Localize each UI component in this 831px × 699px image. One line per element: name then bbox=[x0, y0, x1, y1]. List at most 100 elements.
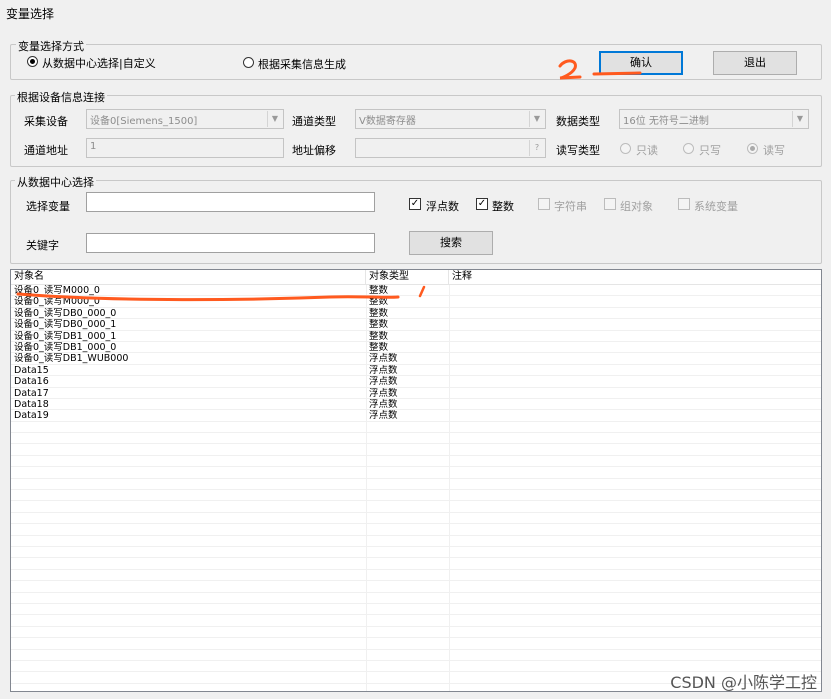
filter-group-checkbox[interactable] bbox=[604, 198, 616, 210]
table-row[interactable]: Data16 浮点数 bbox=[11, 376, 821, 388]
filter-group-label[interactable]: 组对象 bbox=[620, 198, 653, 214]
cell-type: 整数 bbox=[369, 285, 389, 296]
cell-type: 整数 bbox=[369, 330, 389, 342]
column-header-comment[interactable]: 注释 bbox=[449, 270, 821, 285]
cell-name: Data18 bbox=[14, 398, 49, 410]
select-var-field[interactable] bbox=[86, 192, 375, 212]
device-combo-value: 设备0[Siemens_1500] bbox=[90, 116, 198, 127]
table-row[interactable]: 设备0_读写DB1_WUB000 浮点数 bbox=[11, 353, 821, 365]
offset-picker-button[interactable]: ? bbox=[529, 140, 544, 156]
exit-button[interactable]: 退出 bbox=[713, 51, 797, 75]
device-combo[interactable]: 设备0[Siemens_1500] ▼ bbox=[86, 109, 284, 129]
table-row[interactable]: 设备0_读写DB1_000_0 整数 bbox=[11, 341, 821, 354]
rw-radio-readonly-label[interactable]: 只读 bbox=[636, 142, 658, 158]
keyword-field[interactable] bbox=[86, 233, 375, 253]
cell-name: 设备0_读写M000_0 bbox=[14, 285, 100, 296]
table-row[interactable] bbox=[11, 524, 821, 536]
filter-string-label[interactable]: 字符串 bbox=[554, 198, 587, 214]
filter-int-checkbox[interactable]: ✓ bbox=[476, 198, 488, 210]
table-row[interactable]: Data18 浮点数 bbox=[11, 398, 821, 411]
cell-name: Data16 bbox=[14, 376, 49, 388]
cell-type: 浮点数 bbox=[369, 353, 398, 365]
rw-radio-readwrite-label[interactable]: 读写 bbox=[763, 142, 785, 158]
table-row[interactable] bbox=[11, 536, 821, 547]
table-row[interactable]: 设备0_读写DB0_000_1 整数 bbox=[11, 319, 821, 331]
addr-offset-field[interactable]: ? bbox=[355, 138, 546, 158]
cell-type: 浮点数 bbox=[369, 376, 398, 388]
table-row[interactable]: 设备0_读写DB0_000_0 整数 bbox=[11, 307, 821, 320]
filter-system-label[interactable]: 系统变量 bbox=[694, 198, 738, 214]
variable-list[interactable]: 对象名 对象类型 注释 设备0_读写M000_0 整数 设备0_读写M000_0 整数… bbox=[10, 269, 822, 692]
table-row[interactable] bbox=[11, 650, 821, 661]
table-row[interactable]: 设备0_读写DB1_000_1 整数 bbox=[11, 331, 821, 342]
table-row[interactable] bbox=[11, 513, 821, 525]
table-row[interactable]: Data19 浮点数 bbox=[11, 410, 821, 422]
data-type-combo[interactable]: 16位 无符号二进制 ▼ bbox=[619, 109, 809, 129]
table-row[interactable] bbox=[11, 615, 821, 627]
cell-name: 设备0_读写DB0_000_1 bbox=[14, 319, 117, 331]
cell-type: 整数 bbox=[369, 296, 389, 308]
table-row[interactable]: Data17 浮点数 bbox=[11, 388, 821, 399]
table-row[interactable] bbox=[11, 638, 821, 650]
table-row[interactable]: 设备0_读写M000_0 整数 bbox=[11, 296, 821, 308]
watermark: CSDN @小陈学工控 bbox=[670, 673, 817, 692]
table-row[interactable] bbox=[11, 558, 821, 570]
channel-type-combo-value: V数据寄存器 bbox=[359, 116, 416, 127]
cell-name: 设备0_读写DB1_000_0 bbox=[14, 341, 117, 353]
search-button[interactable]: 搜索 bbox=[409, 231, 493, 255]
table-row[interactable] bbox=[11, 490, 821, 502]
table-row[interactable] bbox=[11, 593, 821, 604]
table-row[interactable] bbox=[11, 501, 821, 513]
table-row[interactable] bbox=[11, 479, 821, 491]
device-label: 采集设备 bbox=[24, 115, 68, 128]
cell-name: Data17 bbox=[14, 387, 49, 399]
mode-radio-datacenter[interactable] bbox=[27, 56, 38, 67]
table-row[interactable]: Data15 浮点数 bbox=[11, 364, 821, 377]
table-row[interactable]: 设备0_读写M000_0 整数 bbox=[11, 285, 821, 297]
data-type-label: 数据类型 bbox=[556, 115, 600, 128]
cell-type: 浮点数 bbox=[369, 364, 398, 376]
table-row[interactable] bbox=[11, 433, 821, 445]
filter-float-checkbox[interactable]: ✓ bbox=[409, 198, 421, 210]
cell-type: 整数 bbox=[369, 341, 389, 353]
table-row[interactable] bbox=[11, 444, 821, 456]
rw-radio-readwrite[interactable] bbox=[747, 143, 758, 154]
datacenter-group-label: 从数据中心选择 bbox=[15, 174, 96, 190]
mode-radio-generate[interactable] bbox=[243, 57, 254, 68]
mode-radio-generate-label[interactable]: 根据采集信息生成 bbox=[258, 56, 346, 72]
cell-type: 浮点数 bbox=[369, 398, 398, 410]
keyword-label: 关键字 bbox=[26, 239, 59, 252]
rw-radio-writeonly[interactable] bbox=[683, 143, 694, 154]
table-row[interactable] bbox=[11, 570, 821, 582]
cell-name: 设备0_读写DB0_000_0 bbox=[14, 307, 117, 319]
table-row[interactable] bbox=[11, 547, 821, 559]
rw-radio-writeonly-label[interactable]: 只写 bbox=[699, 142, 721, 158]
rw-radio-readonly[interactable] bbox=[620, 143, 631, 154]
table-row[interactable] bbox=[11, 422, 821, 434]
filter-float-label[interactable]: 浮点数 bbox=[426, 198, 459, 214]
filter-system-checkbox[interactable] bbox=[678, 198, 690, 210]
chevron-down-icon: ▼ bbox=[267, 111, 282, 127]
column-header-type[interactable]: 对象类型 bbox=[366, 270, 449, 285]
table-row[interactable] bbox=[11, 627, 821, 639]
chevron-down-icon: ▼ bbox=[529, 111, 544, 127]
filter-int-label[interactable]: 整数 bbox=[492, 198, 514, 214]
mode-radio-datacenter-label[interactable]: 从数据中心选择|自定义 bbox=[42, 55, 156, 71]
table-row[interactable] bbox=[11, 467, 821, 479]
table-row[interactable] bbox=[11, 581, 821, 593]
confirm-button[interactable]: 确认 bbox=[599, 51, 683, 75]
filter-string-checkbox[interactable] bbox=[538, 198, 550, 210]
device-group-label: 根据设备信息连接 bbox=[15, 89, 107, 105]
data-type-combo-value: 16位 无符号二进制 bbox=[623, 116, 709, 127]
mode-group-label: 变量选择方式 bbox=[16, 38, 86, 54]
cell-name: Data19 bbox=[14, 410, 49, 422]
cell-type: 整数 bbox=[369, 307, 389, 319]
table-row[interactable] bbox=[11, 456, 821, 468]
table-row[interactable] bbox=[11, 604, 821, 616]
addr-offset-label: 地址偏移 bbox=[292, 144, 336, 157]
channel-addr-field[interactable]: 1 bbox=[86, 138, 284, 158]
column-header-name[interactable]: 对象名 bbox=[11, 270, 366, 285]
cell-name: 设备0_读写M000_0 bbox=[14, 296, 100, 308]
channel-type-combo[interactable]: V数据寄存器 ▼ bbox=[355, 109, 546, 129]
cell-name: 设备0_读写DB1_000_1 bbox=[14, 330, 117, 342]
